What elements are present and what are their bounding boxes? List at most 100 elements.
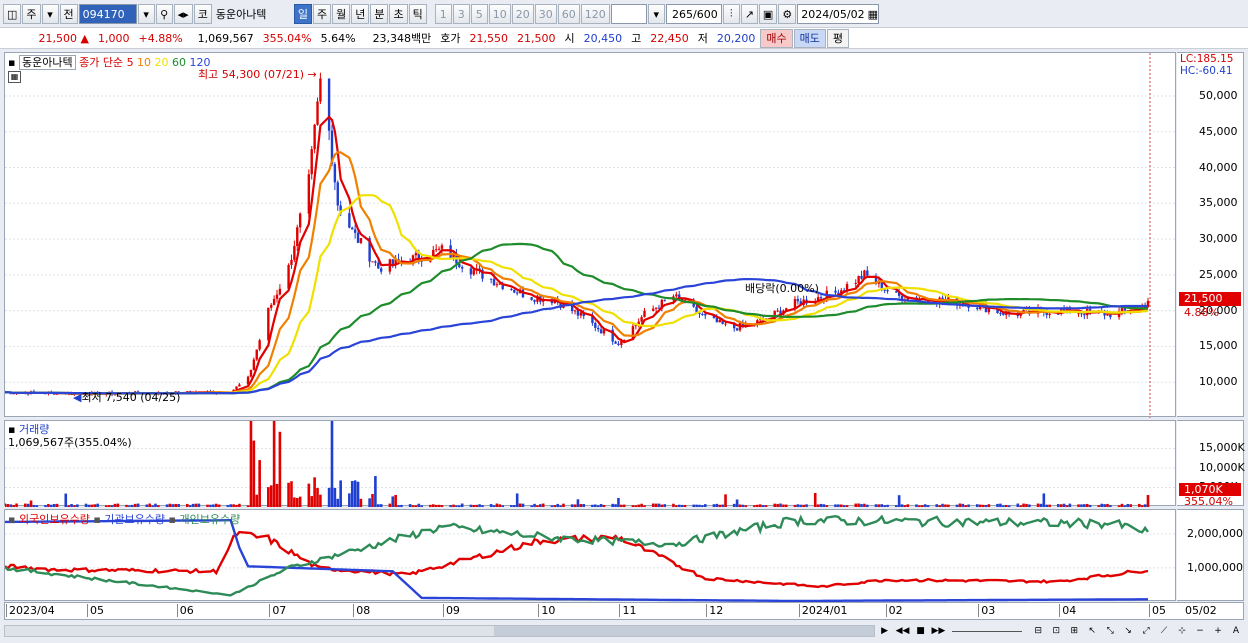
- interval-30[interactable]: 30: [534, 4, 557, 24]
- volume-bar: [434, 504, 438, 507]
- candle: [278, 284, 282, 296]
- volume-bar: [894, 505, 898, 507]
- tool-icon-8[interactable]: ⟋: [1156, 624, 1172, 638]
- tool-icon-6[interactable]: ↘: [1120, 624, 1136, 638]
- code-button[interactable]: 코: [193, 4, 212, 24]
- period-tab-6[interactable]: 틱: [408, 4, 427, 24]
- interval-3[interactable]: 3: [452, 4, 470, 24]
- rewind-icon[interactable]: ◀◀: [895, 624, 911, 638]
- price-panel[interactable]: ▪ 동운아나텍 종가 단순 5 10 20 60 120 ▦ 최고 54,300…: [4, 52, 1177, 418]
- period-tab-5[interactable]: 초: [389, 4, 408, 24]
- candle: [614, 340, 617, 344]
- mode-button[interactable]: 전: [59, 4, 78, 24]
- stop-icon[interactable]: ■: [912, 624, 928, 638]
- interval-10[interactable]: 10: [488, 4, 511, 24]
- line-tool-icon[interactable]: ↗: [740, 4, 758, 24]
- candle-icon[interactable]: ⫶: [722, 4, 740, 24]
- scroll-thumb[interactable]: [493, 626, 874, 636]
- volume-bar: [460, 503, 464, 507]
- volume-bar: [880, 504, 884, 507]
- interval-dropdown-icon[interactable]: ▾: [647, 4, 665, 24]
- volume-bar: [637, 504, 641, 507]
- volume-bar: [339, 480, 342, 507]
- interval-1[interactable]: 1: [434, 4, 452, 24]
- volume-bar: [897, 495, 901, 507]
- volume-bar: [290, 481, 293, 507]
- volume-bar: [376, 504, 380, 507]
- search-icon[interactable]: ⚲: [155, 4, 173, 24]
- price-tick-label: 45,000: [1199, 124, 1238, 138]
- window-icon[interactable]: ◫: [3, 4, 22, 24]
- tool-icon-7[interactable]: ⤢: [1138, 624, 1154, 638]
- zoom-slider[interactable]: [952, 630, 1023, 632]
- scroll-right-icon[interactable]: ▶: [877, 624, 893, 638]
- zoom-in-icon[interactable]: +: [1210, 624, 1226, 638]
- horizontal-scrollbar[interactable]: [4, 625, 875, 637]
- low-label: 저: [697, 32, 708, 45]
- period-tab-1[interactable]: 주: [312, 4, 332, 24]
- eval-button[interactable]: 평: [826, 28, 850, 48]
- volume-bar: [327, 487, 331, 507]
- interval-120[interactable]: 120: [580, 4, 610, 24]
- volume-bar: [550, 505, 554, 507]
- volume-panel[interactable]: ▪ 거래량 1,069,567주(355.04%): [4, 420, 1177, 507]
- volume-bar: [437, 504, 441, 507]
- volume-bar: [677, 504, 681, 507]
- candle: [643, 307, 646, 318]
- volume-bar: [1039, 503, 1043, 507]
- count-input[interactable]: 265/600: [665, 4, 722, 24]
- interval-input[interactable]: [610, 4, 647, 24]
- x-tick-label: 06: [176, 604, 194, 617]
- period-tab-3[interactable]: 년: [351, 4, 370, 24]
- panel-menu-icon[interactable]: ▪: [8, 56, 15, 69]
- volume-bar: [5, 503, 7, 507]
- volume-bar: [741, 504, 745, 507]
- calculator-icon[interactable]: ▦: [8, 71, 21, 83]
- candle: [374, 260, 377, 266]
- volume-bar: [703, 504, 707, 507]
- holding-panel[interactable]: ▪ 외국인보유수량 ▪ 기관보유수량 ▪ 개인보유수량: [4, 509, 1177, 602]
- tool-icon-3[interactable]: ⊞: [1066, 624, 1082, 638]
- chevron-down-icon[interactable]: ▾: [41, 4, 59, 24]
- volume-bar: [394, 494, 397, 507]
- code-input[interactable]: 094170: [78, 4, 137, 24]
- candle: [327, 78, 331, 141]
- ma-120-line: [5, 277, 1148, 395]
- market-select[interactable]: 주: [22, 4, 41, 24]
- period-tab-0[interactable]: 일: [293, 4, 312, 24]
- tool-icon-2[interactable]: ⊡: [1048, 624, 1064, 638]
- save-icon[interactable]: ▣: [758, 4, 778, 24]
- volume-bar: [113, 503, 117, 507]
- gear-icon[interactable]: ⚙: [778, 4, 797, 24]
- volume-bar: [55, 503, 59, 507]
- speaker-icon[interactable]: ◂▸: [173, 4, 193, 24]
- sell-button[interactable]: 매도: [793, 28, 826, 48]
- candle: [391, 259, 394, 268]
- date-input[interactable]: 2024/05/02 ▦: [797, 4, 880, 24]
- interval-20[interactable]: 20: [511, 4, 534, 24]
- volume-bar: [510, 505, 513, 507]
- zoom-out-icon[interactable]: −: [1192, 624, 1208, 638]
- volume-bar: [683, 504, 687, 507]
- forward-icon[interactable]: ▶▶: [930, 624, 946, 638]
- volume-bar: [978, 504, 982, 507]
- tool-icon-1[interactable]: ⊟: [1030, 624, 1046, 638]
- tool-icon-5[interactable]: ⤡: [1102, 624, 1118, 638]
- volume-bar: [104, 505, 108, 507]
- volume-bar: [805, 504, 808, 507]
- period-tab-2[interactable]: 월: [332, 4, 351, 24]
- candle: [515, 291, 519, 296]
- font-size-icon[interactable]: A: [1228, 624, 1244, 638]
- code-dropdown-icon[interactable]: ▾: [137, 4, 155, 24]
- volume-bar: [84, 503, 88, 507]
- interval-60[interactable]: 60: [557, 4, 580, 24]
- volume-bar: [333, 487, 337, 507]
- volume-bar: [238, 503, 241, 507]
- interval-5[interactable]: 5: [470, 4, 488, 24]
- period-tab-4[interactable]: 분: [370, 4, 389, 24]
- tool-icon-4[interactable]: ↖: [1084, 624, 1100, 638]
- buy-button[interactable]: 매수: [760, 28, 793, 48]
- volume-bar: [860, 504, 863, 507]
- calendar-icon[interactable]: ▦: [868, 8, 878, 21]
- tool-icon-9[interactable]: ⊹: [1174, 624, 1190, 638]
